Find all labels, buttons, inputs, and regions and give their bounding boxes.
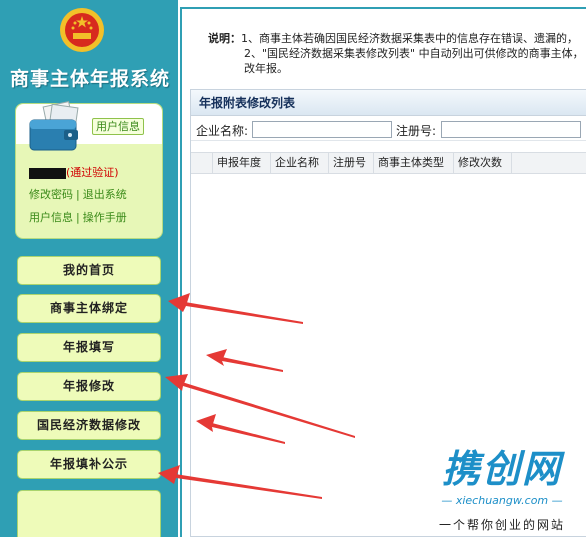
national-emblem-icon: [60, 8, 104, 52]
table-header-blank: [191, 153, 213, 173]
manual-link[interactable]: 操作手册: [83, 211, 127, 224]
user-panel: 用户信息 (通过验证) 修改密码 | 退出系统 用户信息 | 操作手册: [15, 101, 163, 239]
user-info-tag[interactable]: 用户信息: [92, 118, 144, 135]
notice-label: 说明：: [208, 32, 241, 45]
nav-modify-report-button[interactable]: 年报修改: [17, 372, 161, 401]
watermark-brand: 携创网: [441, 447, 562, 491]
system-title: 商事主体年报系统: [9, 68, 170, 90]
watermark-slogan: 一个帮你创业的网站: [438, 518, 565, 532]
column-header[interactable]: 商事主体类型: [374, 153, 454, 173]
column-header[interactable]: 申报年度: [213, 153, 271, 173]
sidebar: 商事主体年报系统 用户信息 (通过验证) 修改密码 | 退出系统 用户信息 | 操作手册…: [0, 0, 178, 537]
panel-title: 年报附表修改列表: [191, 90, 586, 116]
wallet-icon: [29, 101, 79, 151]
nav-fill-report-button[interactable]: 年报填写: [17, 333, 161, 362]
nav-supplement-publicity-button[interactable]: 年报填补公示: [17, 450, 161, 479]
reg-no-input[interactable]: [441, 121, 581, 138]
user-status-line: (通过验证): [29, 164, 119, 180]
link-separator: |: [76, 211, 80, 224]
watermark-url: — xiechuangw.com —: [441, 494, 563, 507]
account-links: 修改密码 | 退出系统: [29, 186, 127, 202]
column-header[interactable]: 企业名称: [271, 153, 329, 173]
table-header: 申报年度 企业名称 注册号 商事主体类型 修改次数: [191, 152, 586, 174]
company-name-input[interactable]: [252, 121, 392, 138]
change-password-link[interactable]: 修改密码: [29, 188, 73, 201]
redacted-username: [29, 167, 66, 179]
watermark: 携创网 — xiechuangw.com — 一个帮你创业的网站: [418, 438, 586, 537]
help-links: 用户信息 | 操作手册: [29, 209, 127, 225]
notice-line-3: 改年报。: [244, 62, 288, 75]
nav-economic-data-button[interactable]: 国民经济数据修改: [17, 411, 161, 440]
notice: 说明：1、商事主体若确因国民经济数据采集表中的信息存在错误、遗漏的， 2、"国民…: [208, 31, 584, 75]
column-header[interactable]: 修改次数: [454, 153, 512, 173]
main-left-border: [180, 7, 182, 537]
verify-status: (通过验证): [66, 166, 119, 179]
nav-entity-binding-button[interactable]: 商事主体绑定: [17, 294, 161, 323]
search-row: 企业名称: 注册号:: [191, 117, 586, 141]
nav-empty-slot: [17, 490, 161, 537]
reg-no-label: 注册号:: [396, 124, 437, 138]
column-header[interactable]: 注册号: [329, 153, 374, 173]
logout-link[interactable]: 退出系统: [83, 188, 127, 201]
user-info-link[interactable]: 用户信息: [29, 211, 73, 224]
notice-line-1: 1、商事主体若确因国民经济数据采集表中的信息存在错误、遗漏的，: [241, 32, 578, 45]
main-top-border: [180, 7, 586, 9]
notice-line-2: 2、"国民经济数据采集表修改列表" 中自动列出可供修改的商事主体，: [244, 47, 584, 60]
company-name-label: 企业名称:: [196, 124, 249, 138]
nav-home-button[interactable]: 我的首页: [17, 256, 161, 285]
link-separator: |: [76, 188, 80, 201]
